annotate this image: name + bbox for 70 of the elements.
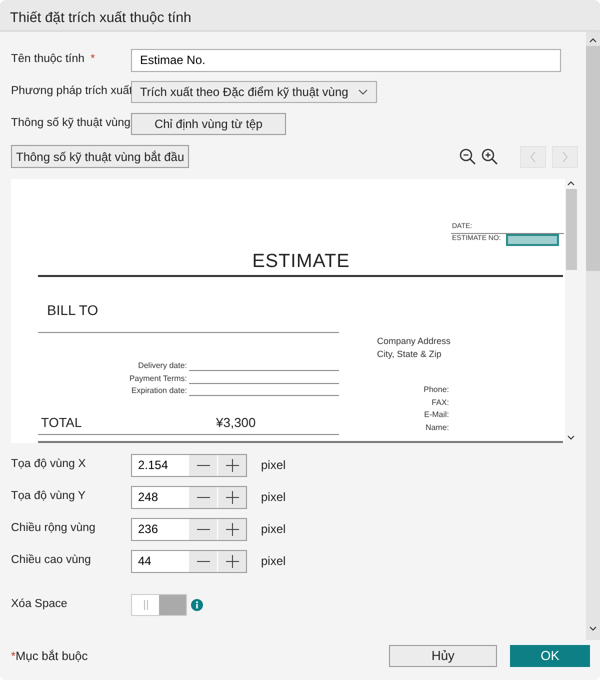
scrollbar[interactable] (586, 32, 600, 640)
scroll-up-icon[interactable] (589, 37, 597, 43)
plus-button[interactable] (217, 486, 246, 508)
field-label: Thông số kỹ thuật vùng (11, 117, 131, 130)
start-button[interactable]: Thông số kỹ thuật vùng bắt đầu (11, 145, 190, 168)
company-address: Company Address (377, 335, 451, 348)
plus-button[interactable] (217, 454, 246, 476)
field-label: Chiều cao vùng (11, 553, 92, 568)
number-stepper[interactable]: 248 (131, 486, 247, 508)
required-note: *Mục bắt buộc (11, 648, 88, 665)
plus-icon (226, 554, 238, 568)
chevron-down-icon (358, 89, 368, 95)
field-label: Chiều rộng vùng (11, 521, 96, 536)
text-field[interactable]: Estimae No. (131, 48, 561, 72)
minus-button[interactable] (188, 550, 217, 572)
number-stepper[interactable]: 236 (131, 518, 247, 540)
unit-label: pixel (261, 553, 286, 570)
minus-icon (196, 496, 210, 498)
plus-button[interactable] (217, 518, 246, 540)
grip-icon (142, 600, 148, 610)
scroll-down-icon[interactable] (567, 435, 575, 440)
selected-region (506, 234, 559, 246)
field-label: Tên thuộc tính (11, 53, 85, 66)
company-address: City, State & Zip (377, 348, 442, 361)
scroll-down-icon[interactable] (589, 626, 597, 632)
field-label: Tọa độ vùng X (11, 457, 87, 472)
info-icon[interactable] (191, 599, 203, 611)
plus-icon (226, 458, 238, 472)
plus-button[interactable] (217, 550, 246, 572)
bill-to-heading: BILL TO (47, 301, 98, 320)
minus-button[interactable] (188, 454, 217, 476)
scroll-up-icon[interactable] (567, 181, 575, 186)
contact-label: FAX: (432, 396, 449, 408)
minus-icon (196, 464, 210, 466)
number-stepper[interactable]: 44 (131, 550, 247, 572)
cancel-button[interactable]: Hủy (389, 645, 497, 667)
chevron-left-icon (529, 150, 537, 162)
total-label: TOTAL (41, 414, 82, 432)
total-amount: ¥3,300 (216, 414, 256, 432)
dialog-title: Thiết đặt trích xuất thuộc tính (0, 0, 600, 32)
term-label: Delivery date: (138, 360, 187, 372)
toggle-switch[interactable] (131, 594, 187, 616)
contact-label: Phone: (424, 384, 449, 396)
minus-button[interactable] (188, 518, 217, 540)
contact-label: Name: (425, 422, 449, 434)
document-title: ESTIMATE (251, 250, 351, 274)
minus-icon (196, 528, 210, 530)
field-label: Xóa Space (11, 597, 68, 612)
unit-label: pixel (261, 457, 286, 474)
plus-icon (226, 490, 238, 504)
unit-label: pixel (261, 521, 286, 538)
minus-button[interactable] (188, 486, 217, 508)
scrollbar-thumb[interactable] (586, 46, 600, 271)
number-stepper[interactable]: 2.154 (131, 454, 247, 476)
required-mark: * (90, 53, 96, 66)
ok-button[interactable]: OK (510, 645, 590, 667)
term-label: Expiration date: (131, 385, 187, 397)
dropdown[interactable]: Trích xuất theo Đặc điểm kỹ thuật vùng (131, 81, 378, 103)
chevron-right-icon (561, 150, 569, 162)
zoom-out-icon[interactable] (459, 148, 476, 165)
field-label: Phương pháp trích xuất (11, 85, 132, 98)
minus-icon (196, 560, 210, 562)
unit-label: pixel (261, 489, 286, 506)
contact-label: E-Mail: (424, 409, 449, 421)
plus-icon (226, 522, 238, 536)
scrollbar-thumb[interactable] (566, 189, 577, 270)
region-button[interactable]: Chỉ định vùng từ tệp (131, 113, 286, 135)
zoom-in-icon[interactable] (481, 148, 498, 165)
term-label: Payment Terms: (129, 372, 187, 384)
field-label: Tọa độ vùng Y (11, 489, 87, 504)
